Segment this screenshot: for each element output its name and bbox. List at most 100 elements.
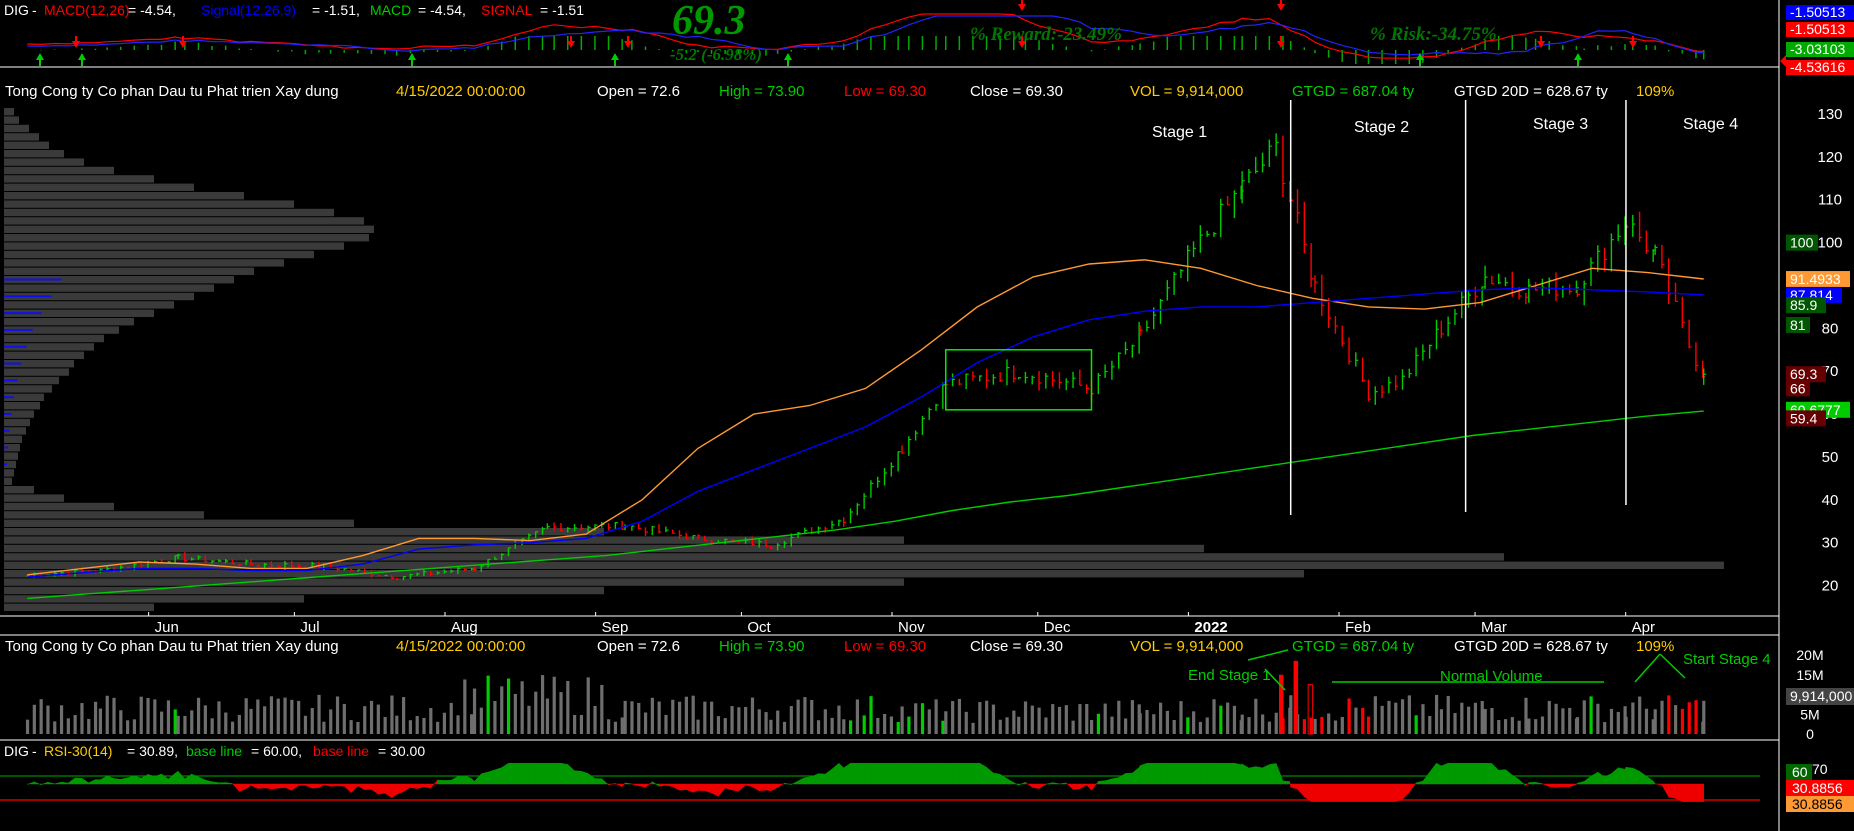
volume-bar <box>623 700 627 734</box>
rsi-area-segment <box>731 783 740 792</box>
volume-bar <box>1333 720 1338 734</box>
rsi-area-segment <box>1167 762 1175 785</box>
volume-bar <box>1057 706 1062 734</box>
volume-bar <box>1071 720 1075 734</box>
volume-profile-row <box>4 528 604 536</box>
volume-bar <box>1439 709 1444 734</box>
volume-bar <box>643 712 648 734</box>
volume-bar <box>573 714 577 734</box>
rsi-area-segment <box>1335 783 1343 802</box>
volume-profile-row <box>4 511 204 519</box>
volume-bar <box>1261 714 1265 734</box>
volume-profile-row <box>4 217 364 225</box>
volume-bar <box>283 697 287 734</box>
volume-bar <box>896 721 900 734</box>
volume-bar <box>479 707 483 734</box>
volume-bar <box>889 716 894 734</box>
volume-bar <box>1446 695 1450 734</box>
volume-profile-blue-row <box>4 328 33 331</box>
volume-profile-row <box>4 519 354 527</box>
macd2-value: = -4.54, <box>418 2 466 18</box>
volume-bar <box>776 710 780 734</box>
volume-bar <box>1534 719 1538 734</box>
volume-bar <box>1117 700 1121 734</box>
rsi-area-segment <box>364 783 372 790</box>
price-tick-label: 30 <box>1822 535 1839 552</box>
volume-bar <box>429 708 433 734</box>
rsi-area-segment <box>1375 783 1383 802</box>
volume-bar <box>112 697 116 734</box>
volume-bar <box>256 699 260 734</box>
base1-value: = 60.00, <box>251 743 302 759</box>
close-value: Close = 69.30 <box>970 83 1063 100</box>
volume-bar <box>1240 714 1244 734</box>
price-tick-label: 50 <box>1822 449 1839 466</box>
volume-bar <box>1702 700 1706 734</box>
volume-bar <box>1687 702 1691 734</box>
volume-bar <box>1110 716 1114 734</box>
volume-bar <box>862 715 866 734</box>
volume-bar <box>998 719 1002 734</box>
volume-bar <box>1568 707 1572 734</box>
rsi-area-segment <box>818 773 826 785</box>
volume-bar <box>1090 719 1094 734</box>
volume-bar <box>1366 716 1371 734</box>
volume-bar <box>1212 699 1216 734</box>
volume-bar <box>1624 716 1628 734</box>
volume-profile-row <box>4 133 39 141</box>
company-name: Tong Cong ty Co phan Dau tu Phat trien X… <box>5 83 339 100</box>
rsi-area-segment <box>850 762 858 785</box>
volume-profile-row <box>4 469 14 477</box>
volume-bar <box>1380 705 1384 734</box>
volume-bar <box>53 721 57 734</box>
volume-bar <box>230 721 235 734</box>
rsi-area-segment <box>1262 764 1270 785</box>
volume-bar <box>527 705 531 734</box>
rsi-area-segment <box>1139 762 1148 785</box>
volume-bar <box>173 709 177 734</box>
volume-bar <box>73 715 77 734</box>
volume-bar <box>376 704 380 734</box>
rsi-area-segment <box>218 782 226 785</box>
rsi-area-segment <box>1255 766 1263 785</box>
rsi-area-segment <box>765 783 772 792</box>
volume-bar <box>422 717 426 734</box>
end-stage1-label: End Stage 1 <box>1188 667 1271 684</box>
volume-bar <box>810 700 814 734</box>
vol-low-value: Low = 69.30 <box>844 638 926 655</box>
rsi-area-segment <box>594 778 602 785</box>
volume-bar <box>500 686 504 734</box>
volume-bar <box>1289 695 1293 734</box>
volume-bar <box>87 718 91 734</box>
volume-bar <box>703 701 707 734</box>
rsi-area-segment <box>521 762 530 785</box>
volume-bar <box>1085 703 1089 734</box>
volume-bar <box>402 697 406 734</box>
month-label: Jun <box>155 619 179 636</box>
volume-bar <box>126 720 130 734</box>
rsi-area-segment <box>884 762 892 785</box>
volume-profile-blue-row <box>4 412 12 415</box>
volume-profile-row <box>4 250 314 259</box>
price-tick-label: 80 <box>1822 320 1839 337</box>
volume-bar <box>657 701 661 734</box>
rsi-area-segment <box>1528 782 1536 785</box>
volume-bar <box>710 701 714 734</box>
signal2-label: SIGNAL <box>481 2 533 18</box>
volume-bar <box>224 712 228 734</box>
rsi-area-segment <box>1234 762 1242 785</box>
volume-profile-row <box>4 385 52 393</box>
volume-bar <box>545 698 550 734</box>
volume-profile-row <box>4 603 154 611</box>
rsi-area-segment <box>1461 762 1469 785</box>
stage-4-label: Stage 4 <box>1683 116 1738 133</box>
volume-bar <box>1172 720 1176 734</box>
macd-label: MACD(12,26) <box>44 2 130 18</box>
volume-bar <box>1660 700 1664 734</box>
rsi-area-segment <box>1213 762 1221 785</box>
volume-bar <box>744 706 748 734</box>
volume-bar <box>1145 709 1149 734</box>
rsi-area-segment <box>1368 783 1376 802</box>
rsi-area-segment <box>547 762 555 785</box>
volume-bar <box>764 712 768 734</box>
